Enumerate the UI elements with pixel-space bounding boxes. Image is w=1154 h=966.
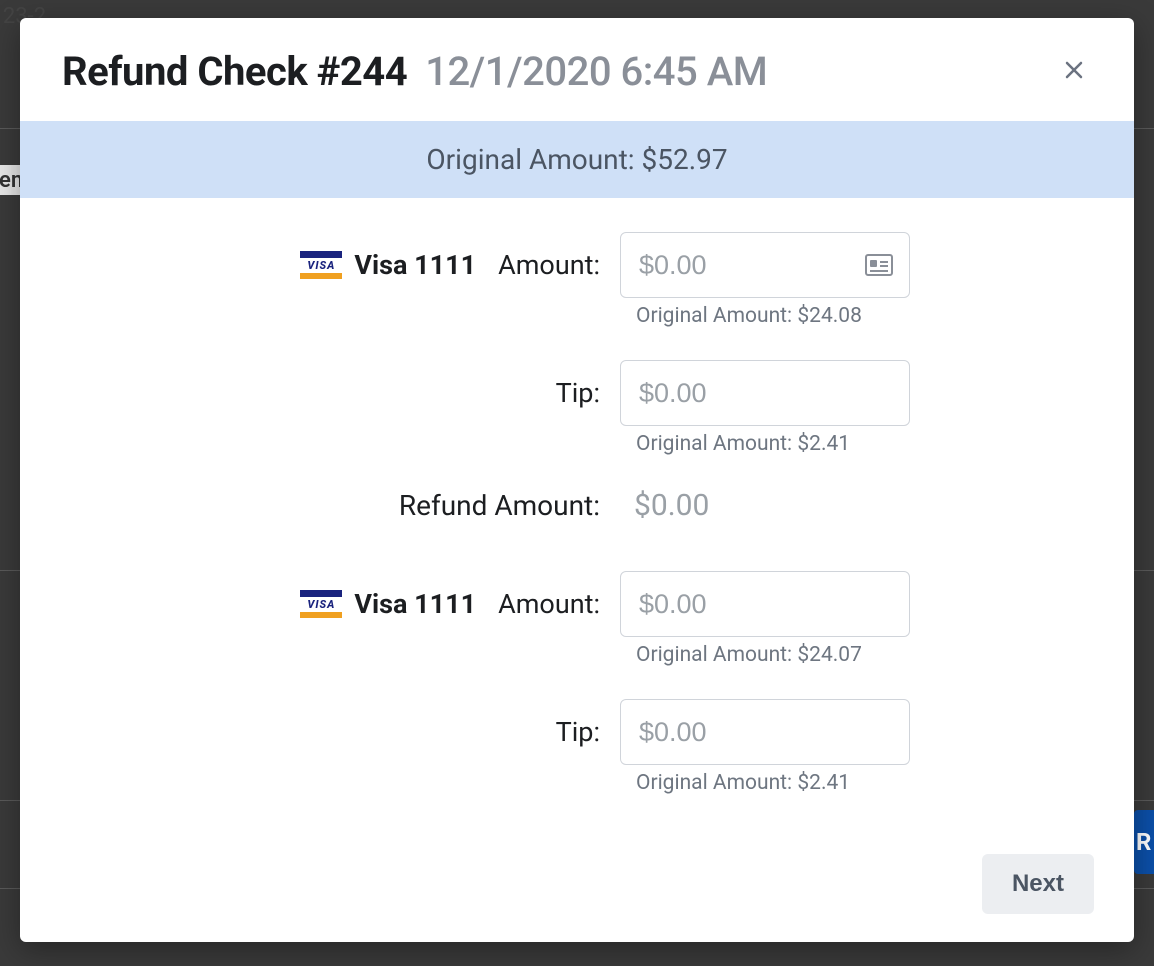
payment-row: VISA Visa 1111 Amount: [60,232,1094,298]
tip-helper: Original Amount: $2.41 [60,432,1094,456]
tip-row: Tip: [60,699,1094,765]
close-button[interactable] [1056,54,1092,90]
modal-footer: Next [20,854,1134,942]
amount-input-wrapper [620,232,910,298]
card-label: Visa 1111 [354,588,476,620]
tip-label: Tip: [556,716,600,748]
tip-original-text: Original Amount: $2.41 [620,771,910,795]
amount-original-text: Original Amount: $24.07 [620,643,910,667]
refund-modal: Refund Check #244 12/1/2020 6:45 AM Orig… [20,18,1134,942]
card-badge: VISA Visa 1111 [300,588,476,620]
visa-icon: VISA [300,251,342,279]
amount-original-text: Original Amount: $24.08 [620,304,910,328]
tip-input-wrapper [620,699,910,765]
refund-amount-label: Refund Amount: [60,489,600,522]
modal-datetime: 12/1/2020 6:45 AM [425,48,767,95]
modal-body: VISA Visa 1111 Amount: [20,198,1134,854]
refund-amount-row: Refund Amount: $0.00 [60,488,1094,523]
next-button[interactable]: Next [982,854,1094,914]
close-icon [1062,58,1086,85]
amount-label: Amount: [498,249,600,281]
original-amount-banner: Original Amount: $52.97 [20,121,1134,198]
amount-input-wrapper [620,571,910,637]
tip-input-wrapper [620,360,910,426]
tip-row: Tip: [60,360,1094,426]
card-detail-icon[interactable] [865,253,893,277]
card-badge: VISA Visa 1111 [300,249,476,281]
visa-icon: VISA [300,590,342,618]
modal-title-group: Refund Check #244 12/1/2020 6:45 AM [62,48,767,95]
card-label: Visa 1111 [354,249,476,281]
amount-input[interactable] [637,588,893,621]
payment-row: VISA Visa 1111 Amount: [60,571,1094,637]
amount-helper: Original Amount: $24.07 [60,643,1094,667]
modal-title: Refund Check #244 [62,48,407,95]
tip-input[interactable] [637,716,893,749]
tip-label: Tip: [556,377,600,409]
amount-label: Amount: [498,588,600,620]
tip-input[interactable] [637,377,893,410]
tip-helper: Original Amount: $2.41 [60,771,1094,795]
modal-header: Refund Check #244 12/1/2020 6:45 AM [20,18,1134,121]
amount-helper: Original Amount: $24.08 [60,304,1094,328]
refund-amount-value: $0.00 [620,488,910,523]
background-refund-button[interactable]: R [1134,810,1154,874]
tip-original-text: Original Amount: $2.41 [620,432,910,456]
amount-input[interactable] [637,249,865,282]
